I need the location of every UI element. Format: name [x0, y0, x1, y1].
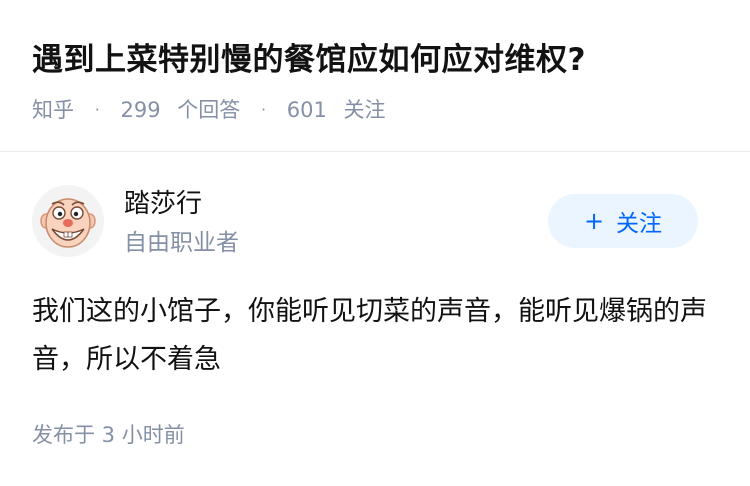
follow-button-label: 关注	[616, 211, 663, 237]
followers-label: 关注	[343, 98, 386, 122]
author-name[interactable]: 踏莎行	[124, 186, 202, 222]
answers-label: 个回答	[177, 98, 241, 122]
followers-count: 601	[286, 98, 327, 122]
plus-icon: +	[583, 207, 605, 235]
question-meta: 知乎 · 299 个回答 · 601 关注	[32, 92, 386, 127]
question-title[interactable]: 遇到上菜特别慢的餐馆应如何应对维权?	[32, 38, 586, 82]
source-label[interactable]: 知乎	[32, 93, 74, 127]
author-avatar[interactable]	[32, 185, 104, 257]
meta-separator: ·	[260, 100, 267, 119]
cartoon-face-avatar-icon	[32, 185, 104, 257]
answers-count: 299	[120, 98, 161, 122]
follow-button[interactable]: + 关注	[548, 194, 698, 248]
meta-separator: ·	[94, 100, 100, 119]
author-headline: 自由职业者	[124, 230, 239, 256]
answer-time: 发布于 3 小时前	[32, 423, 185, 447]
section-divider	[0, 151, 750, 152]
answer-content[interactable]: 我们这的小馆子，你能听见切菜的声音，能听见爆锅的声音，所以不着急	[32, 288, 722, 384]
